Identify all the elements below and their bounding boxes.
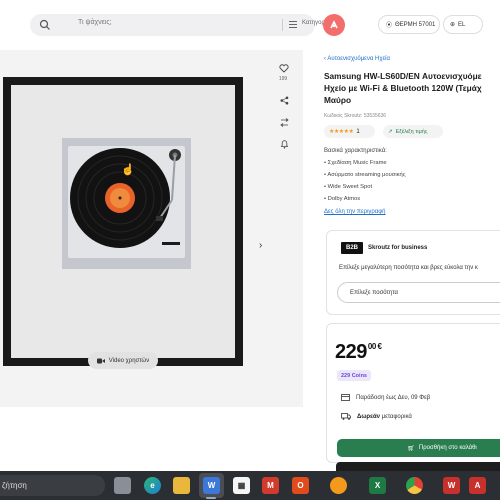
rating-count: 1 xyxy=(356,128,360,135)
list-item: • Ασύρματο streaming μουσικής xyxy=(324,172,406,178)
product-title-line-3: Μαύρο xyxy=(324,95,352,105)
feature-text: Dolby Atmos xyxy=(327,196,361,202)
breadcrumb[interactable]: ‹ Αυτοενισχυόμενα Ηχεία xyxy=(324,56,390,62)
buy-box: 22900 € 229 Coins Παράδοση έως Δευ, 09 Φ… xyxy=(326,323,500,463)
price-cents: 00 € xyxy=(367,342,382,351)
user-videos-label: Video χρηστών xyxy=(108,357,150,364)
trend-icon: ↗ xyxy=(388,128,393,135)
quantity-select[interactable]: Επίλεξε ποσότητα xyxy=(337,282,500,303)
rating-stars-icon: ★★★★★ xyxy=(329,129,354,135)
location-pin-icon: ⦿ xyxy=(386,23,393,29)
list-item: • Σχεδίαση Music Frame xyxy=(324,160,387,166)
language-selector[interactable]: ⊕ EL xyxy=(443,15,483,34)
firefox-icon[interactable] xyxy=(330,477,347,494)
taskbar-search-text: ζήτηση xyxy=(2,481,27,490)
windows-taskbar: ζήτηση e W ▦ M O X W A xyxy=(0,471,500,500)
globe-icon: ⊕ xyxy=(450,22,456,28)
business-text: Επίλεξε μεγαλύτερη ποσότητα και βρες εύκ… xyxy=(339,265,478,271)
shipping-info: Δωρεάν μεταφορικά xyxy=(341,413,412,420)
chrome-icon[interactable] xyxy=(406,477,423,494)
search-divider xyxy=(282,19,283,31)
language-label: EL xyxy=(458,21,466,28)
next-image-arrow-icon[interactable]: › xyxy=(259,240,262,251)
business-header: B2B Skroutz for business xyxy=(341,242,427,254)
price-history-link[interactable]: ↗ Εξέλιξη τιμής xyxy=(383,125,443,138)
skroutz-logo[interactable] xyxy=(323,14,345,36)
location-selector[interactable]: ⦿ ΘΕΡΜΗ 57001 xyxy=(378,15,440,34)
add-to-cart-button[interactable]: 🛒︎ Προσθήκη στο καλάθι xyxy=(337,439,500,457)
menu-icon xyxy=(289,21,297,28)
heart-icon[interactable] xyxy=(276,60,292,76)
feature-text: Σχεδίαση Music Frame xyxy=(327,160,387,166)
list-item: • Dolby Atmos xyxy=(324,196,361,202)
acrobat-icon[interactable]: A xyxy=(469,477,486,494)
mcafee-icon[interactable]: M xyxy=(262,477,279,494)
rating-badge[interactable]: ★★★★★ 1 xyxy=(324,125,375,138)
cart-icon: 🛒︎ xyxy=(407,445,415,452)
coins-badge: 229 Coins xyxy=(337,370,371,381)
like-count: 199 xyxy=(278,76,288,82)
share-icon[interactable] xyxy=(276,92,292,108)
list-item: • Wide Sweet Spot xyxy=(324,184,373,190)
search-icon xyxy=(39,19,50,30)
product-code: Κωδικός Skroutz: 53535636 xyxy=(324,113,387,119)
product-title-line-1: Samsung HW-LS60D/EN Αυτοενισχυόμε xyxy=(324,71,482,81)
shipping-suffix: μεταφορικά xyxy=(381,413,412,420)
site-header: Τι ψάχνεις; Κατηγορίες ⦿ ΘΕΡΜΗ 57001 ⊕ E… xyxy=(0,0,500,48)
active-indicator xyxy=(206,497,216,499)
file-explorer-icon[interactable] xyxy=(173,477,190,494)
features-list: • Σχεδίαση Music Frame • Ασύρματο stream… xyxy=(324,160,406,208)
search-bar[interactable]: Τι ψάχνεις; Κατηγορίες xyxy=(30,14,332,36)
compare-icon[interactable] xyxy=(276,114,292,130)
excel-icon[interactable]: X xyxy=(369,477,386,494)
office-icon[interactable]: O xyxy=(292,477,309,494)
word-icon[interactable]: W xyxy=(203,477,220,494)
task-view-icon[interactable] xyxy=(114,477,131,494)
feature-text: Wide Sweet Spot xyxy=(327,184,373,190)
location-label: ΘΕΡΜΗ 57001 xyxy=(395,21,436,28)
business-box: B2B Skroutz for business Επίλεξε μεγαλύτ… xyxy=(326,230,500,315)
turntable-illustration xyxy=(62,138,191,269)
video-camera-icon xyxy=(96,358,105,363)
taskbar-search[interactable]: ζήτηση xyxy=(0,475,105,496)
features-heading: Βασικά χαρακτηριστικά: xyxy=(324,148,387,154)
breadcrumb-link[interactable]: Αυτοενισχυόμενα Ηχεία xyxy=(327,56,390,62)
delivery-box-icon xyxy=(341,394,350,401)
search-placeholder[interactable]: Τι ψάχνεις; xyxy=(78,19,112,26)
free-label: Δωρεάν xyxy=(357,413,380,420)
edge-browser-icon[interactable]: e xyxy=(144,477,161,494)
microsoft-store-icon[interactable]: ▦ xyxy=(233,477,250,494)
delivery-info: Παράδοση έως Δευ, 09 Φεβ xyxy=(341,394,430,401)
business-title: Skroutz for business xyxy=(368,245,428,251)
brand-mark-icon xyxy=(330,20,338,29)
product-image[interactable] xyxy=(3,77,243,366)
bell-icon[interactable] xyxy=(276,136,292,152)
full-description-link[interactable]: Δες όλη την περιγραφή xyxy=(324,209,386,215)
mouse-cursor-icon: ☝ xyxy=(121,164,135,176)
frame-mat xyxy=(11,85,235,358)
price: 22900 € xyxy=(335,341,382,364)
add-to-cart-label: Προσθήκη στο καλάθι xyxy=(418,445,477,451)
feature-text: Ασύρματο streaming μουσικής xyxy=(327,172,406,178)
product-title: Samsung HW-LS60D/EN Αυτοενισχυόμε Ηχείο … xyxy=(324,70,500,106)
price-history-label: Εξέλιξη τιμής xyxy=(395,128,428,135)
turntable-artwork xyxy=(62,138,191,269)
page: Τι ψάχνεις; Κατηγορίες ⦿ ΘΕΡΜΗ 57001 ⊕ E… xyxy=(0,0,500,500)
price-main: 229 xyxy=(335,341,367,363)
product-title-line-2: Ηχείο με Wi-Fi & Bluetooth 120W (Τεμάχ xyxy=(324,83,482,93)
product-gallery: ☝ › 199 Video χρηστών xyxy=(0,50,303,407)
b2b-logo: B2B xyxy=(341,242,363,254)
user-videos-button[interactable]: Video χρηστών xyxy=(88,352,158,369)
wps-office-icon[interactable]: W xyxy=(443,477,460,494)
truck-icon xyxy=(341,413,351,420)
delivery-text: Παράδοση έως Δευ, 09 Φεβ xyxy=(356,394,431,401)
